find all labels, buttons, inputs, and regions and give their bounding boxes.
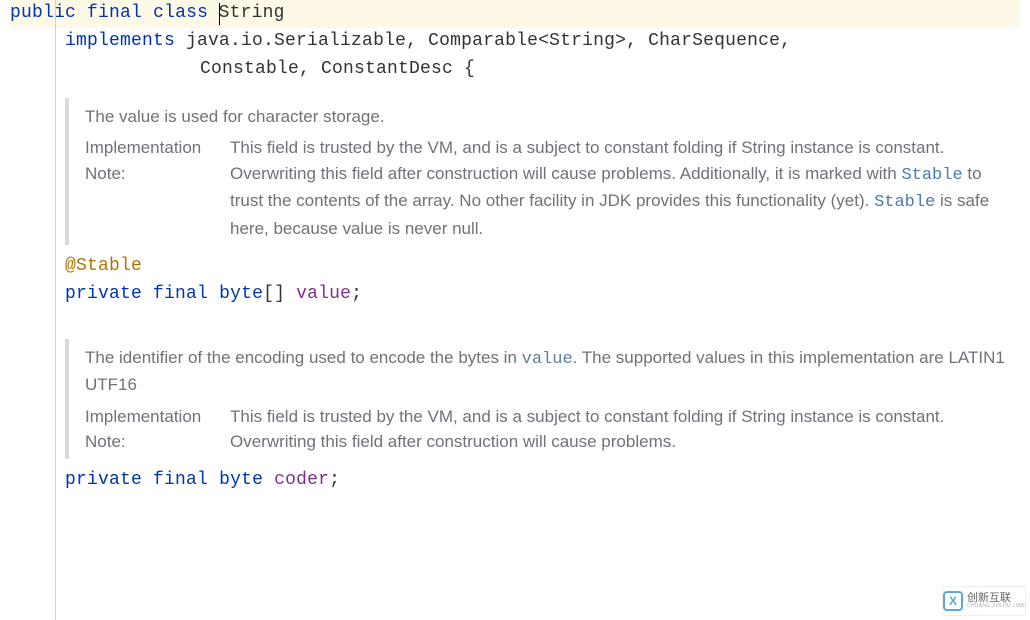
code-line-field-value[interactable]: private final byte[] value; [10, 281, 1020, 309]
keyword-public: public [10, 3, 76, 23]
keyword-private: private [65, 284, 142, 304]
semicolon: ; [329, 470, 340, 490]
class-name: String [219, 3, 285, 23]
code-line-field-coder[interactable]: private final byte coder; [10, 467, 1020, 495]
field-name-value: value [296, 284, 351, 304]
stable-link[interactable]: Stable [874, 193, 935, 212]
javadoc-impl-note-row: Implementation Note: This field is trust… [85, 404, 1006, 455]
javadoc-text: This field is trusted by the VM, and is … [230, 138, 944, 183]
javadoc-summary: The value is used for character storage. [85, 104, 1006, 130]
annotation-stable: @Stable [65, 256, 142, 276]
javadoc-block-coder: The identifier of the encoding used to e… [65, 339, 1020, 459]
type-byte: byte [219, 470, 263, 490]
keyword-private: private [65, 470, 142, 490]
field-name-coder: coder [274, 470, 329, 490]
javadoc-impl-label: Implementation Note: [85, 135, 220, 241]
code-line-1[interactable]: public final class String [10, 0, 1020, 28]
code-editor[interactable]: public final class String implements jav… [0, 0, 1030, 505]
javadoc-impl-note-row: Implementation Note: This field is trust… [85, 135, 1006, 241]
implements-list-1: java.io.Serializable, Comparable<String>… [175, 31, 791, 51]
keyword-final: final [153, 470, 208, 490]
keyword-final: final [87, 3, 142, 23]
brackets: [] [263, 284, 296, 304]
watermark-badge: X 创新互联 CHUANG XIN HU LIAN [942, 586, 1026, 616]
semicolon: ; [351, 284, 362, 304]
javadoc-text: The identifier of the encoding used to e… [85, 348, 522, 367]
value-mono: value [522, 350, 573, 369]
code-line-annotation[interactable]: @Stable [10, 253, 1020, 281]
watermark-line2: CHUANG XIN HU LIAN [967, 604, 1025, 609]
code-line-3[interactable]: Constable, ConstantDesc { [10, 56, 1020, 84]
stable-link[interactable]: Stable [901, 166, 962, 185]
javadoc-block-value: The value is used for character storage.… [65, 98, 1020, 246]
javadoc-summary: The identifier of the encoding used to e… [85, 345, 1006, 398]
javadoc-impl-label: Implementation Note: [85, 404, 220, 455]
keyword-final: final [153, 284, 208, 304]
keyword-implements: implements [65, 31, 175, 51]
implements-list-2: Constable, ConstantDesc { [200, 59, 475, 79]
type-byte: byte [219, 284, 263, 304]
keyword-class: class [153, 3, 208, 23]
watermark-icon: X [943, 591, 963, 611]
code-line-2[interactable]: implements java.io.Serializable, Compara… [10, 28, 1020, 56]
javadoc-impl-body: This field is trusted by the VM, and is … [230, 404, 1006, 455]
javadoc-impl-body: This field is trusted by the VM, and is … [230, 135, 1006, 241]
